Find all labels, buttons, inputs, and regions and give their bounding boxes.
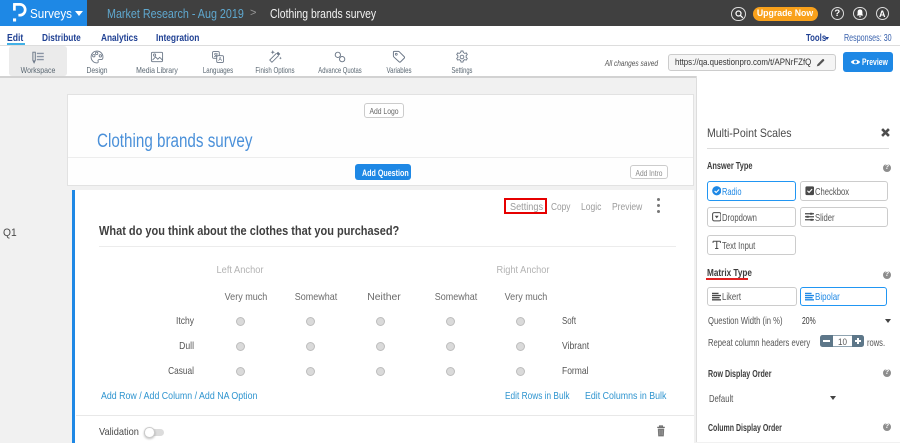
- svg-text:A: A: [218, 57, 222, 63]
